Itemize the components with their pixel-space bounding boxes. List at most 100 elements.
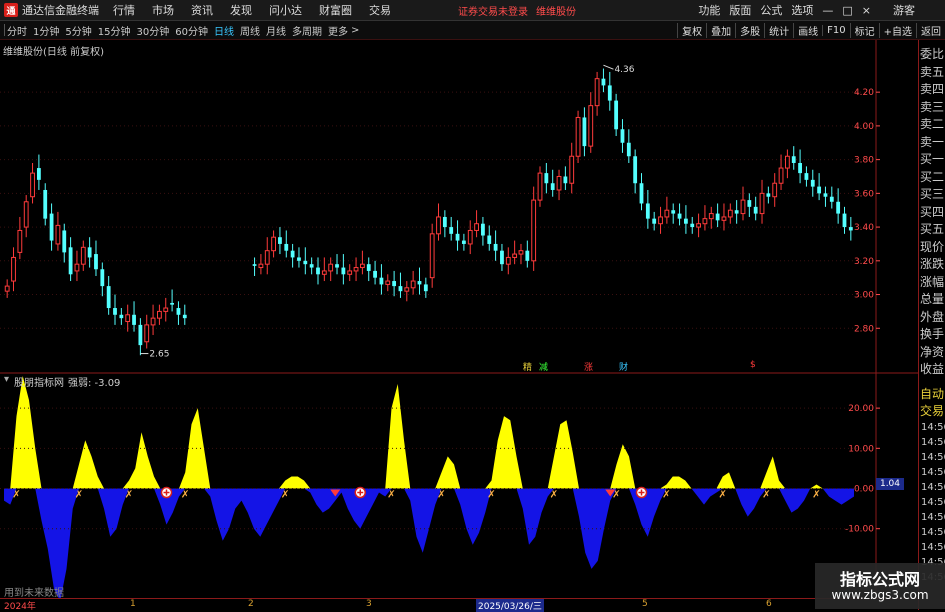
period-30min[interactable]: 30分钟 xyxy=(136,23,169,38)
period-daily[interactable]: 日线 xyxy=(214,23,234,38)
period-monthly[interactable]: 月线 xyxy=(266,23,286,38)
guest-user[interactable]: 游客 xyxy=(893,2,915,18)
event-tag-jing[interactable]: 精 xyxy=(522,360,533,373)
period-60min[interactable]: 60分钟 xyxy=(175,23,208,38)
sidebar-field: 买五 xyxy=(920,222,945,236)
candle-body-down xyxy=(804,173,809,180)
auto-trade-toggle[interactable]: 自动 xyxy=(920,385,945,402)
period-multi[interactable]: 多周期 xyxy=(292,23,322,38)
chart-canvas[interactable]: ✗ ✗ ✗ ✗ ✗ ✗ ✗ ✗ ✗ ✗ ✗ ✗ ✗ ✗ 4.204.003.803.603.403.203… xyxy=(0,40,918,598)
add-watchlist-button[interactable]: +自选 xyxy=(878,22,916,38)
period-more[interactable]: 更多 xyxy=(328,23,348,38)
candle-body-down xyxy=(461,240,466,244)
sidebar-field: 卖四 xyxy=(920,82,945,96)
period-1min[interactable]: 1分钟 xyxy=(33,23,59,38)
sidebar-field: 换手 xyxy=(920,327,945,341)
candle-body-down xyxy=(43,189,48,219)
candle-body-down xyxy=(290,250,295,258)
toolbar-separator xyxy=(4,24,5,36)
candle-body-down xyxy=(170,302,174,305)
candle-body-down xyxy=(379,277,384,285)
app-logo-icon: 通 xyxy=(4,3,18,17)
candle-body-down xyxy=(487,235,492,244)
close-icon[interactable]: × xyxy=(862,4,871,17)
candle-body-up xyxy=(702,218,708,225)
sidebar-field: 外盘 xyxy=(920,309,945,324)
candle-body-down xyxy=(848,227,853,231)
maximize-icon[interactable]: □ xyxy=(842,4,852,17)
f10-button[interactable]: F10 xyxy=(822,24,849,36)
sidebar-field: 买一 xyxy=(920,152,945,166)
minimize-icon[interactable]: — xyxy=(822,4,833,17)
watermark-banner: 指标公式网 www.zbgs3.com xyxy=(815,563,945,609)
period-weekly[interactable]: 周线 xyxy=(240,23,260,38)
overlay-button[interactable]: 叠加 xyxy=(706,22,735,38)
chevron-right-icon[interactable]: > xyxy=(351,25,359,36)
candle-body-down xyxy=(525,250,530,261)
candle-body-up xyxy=(588,105,594,147)
candle-body-down xyxy=(284,243,289,251)
trade-login-status[interactable]: 证券交易未登录 xyxy=(458,3,528,18)
mark-button[interactable]: 标记 xyxy=(849,22,879,38)
candle-body-down xyxy=(176,308,181,315)
candle-body-up xyxy=(759,192,765,215)
current-stock-name: 维维股份 xyxy=(536,6,576,18)
trade-toggle[interactable]: 交易 xyxy=(920,402,945,419)
menu-trade[interactable]: 交易 xyxy=(369,2,391,18)
candle-body-down xyxy=(601,78,606,86)
trade-time: 14:56 xyxy=(921,512,945,523)
menu-options[interactable]: 选项 xyxy=(791,2,813,18)
price-tick-label: 3.80 xyxy=(854,156,874,166)
watermark-title: 指标公式网 xyxy=(839,570,920,589)
candle-body-down xyxy=(309,264,314,268)
event-tag-dollar[interactable]: $ xyxy=(749,360,757,370)
statistics-button[interactable]: 统计 xyxy=(764,22,793,38)
candle-body-up xyxy=(404,287,410,292)
candle-body-down xyxy=(493,243,498,251)
date-tick: 3 xyxy=(366,599,372,609)
cursor-date: 2025/03/26/三 xyxy=(476,599,544,612)
multi-stock-button[interactable]: 多股 xyxy=(735,22,764,38)
event-tag-zhang[interactable]: 涨 xyxy=(583,360,594,373)
period-intraday[interactable]: 分时 xyxy=(7,23,27,38)
menu-discover[interactable]: 发现 xyxy=(230,2,252,18)
event-tag-cai[interactable]: 财 xyxy=(618,360,629,373)
indicator-value-label: 强弱: -3.09 xyxy=(68,378,121,389)
candle-body-down xyxy=(690,223,695,228)
candle-body-down xyxy=(36,168,41,180)
indicator-collapse-icon[interactable]: ▾ xyxy=(4,374,9,385)
price-tick-label: 3.20 xyxy=(854,257,874,267)
candle-body-down xyxy=(62,230,67,253)
candle-body-up xyxy=(321,270,327,275)
menu-news[interactable]: 资讯 xyxy=(191,2,213,18)
event-tag-jian[interactable]: 减 xyxy=(538,360,549,373)
menu-ask-xiaoda[interactable]: 问小达 xyxy=(269,2,302,18)
menu-market[interactable]: 市场 xyxy=(152,2,174,18)
candle-body-down xyxy=(550,183,555,190)
candle-body-down xyxy=(747,200,752,207)
candle-body-down xyxy=(335,264,339,268)
menu-function[interactable]: 功能 xyxy=(698,2,720,18)
candle-body-up xyxy=(474,223,479,231)
menu-wealth-circle[interactable]: 财富圈 xyxy=(319,2,352,18)
candle-body-down xyxy=(715,213,720,221)
draw-line-button[interactable]: 画线 xyxy=(793,22,822,38)
menu-formula[interactable]: 公式 xyxy=(760,2,782,18)
back-button[interactable]: 返回 xyxy=(916,22,945,38)
candle-body-down xyxy=(500,250,504,265)
period-toolbar: 分时 1分钟 5分钟 15分钟 30分钟 60分钟 日线 周线 月线 多周期 更… xyxy=(0,21,945,40)
indicator-title[interactable]: 股朋指标网 xyxy=(14,374,64,389)
menu-quotes[interactable]: 行情 xyxy=(113,2,135,18)
menu-layout[interactable]: 版面 xyxy=(729,2,751,18)
candle-body-down xyxy=(398,286,403,292)
candle-body-down xyxy=(620,129,625,143)
candle-body-down xyxy=(366,264,371,271)
period-15min[interactable]: 15分钟 xyxy=(98,23,131,38)
candle-body-down xyxy=(481,223,485,236)
period-5min[interactable]: 5分钟 xyxy=(65,23,91,38)
sidebar-field: 卖三 xyxy=(920,99,945,114)
date-tick: 1 xyxy=(130,599,136,609)
restore-rights-button[interactable]: 复权 xyxy=(677,22,706,38)
candle-body-down xyxy=(252,264,257,266)
candle-body-up xyxy=(74,263,80,272)
